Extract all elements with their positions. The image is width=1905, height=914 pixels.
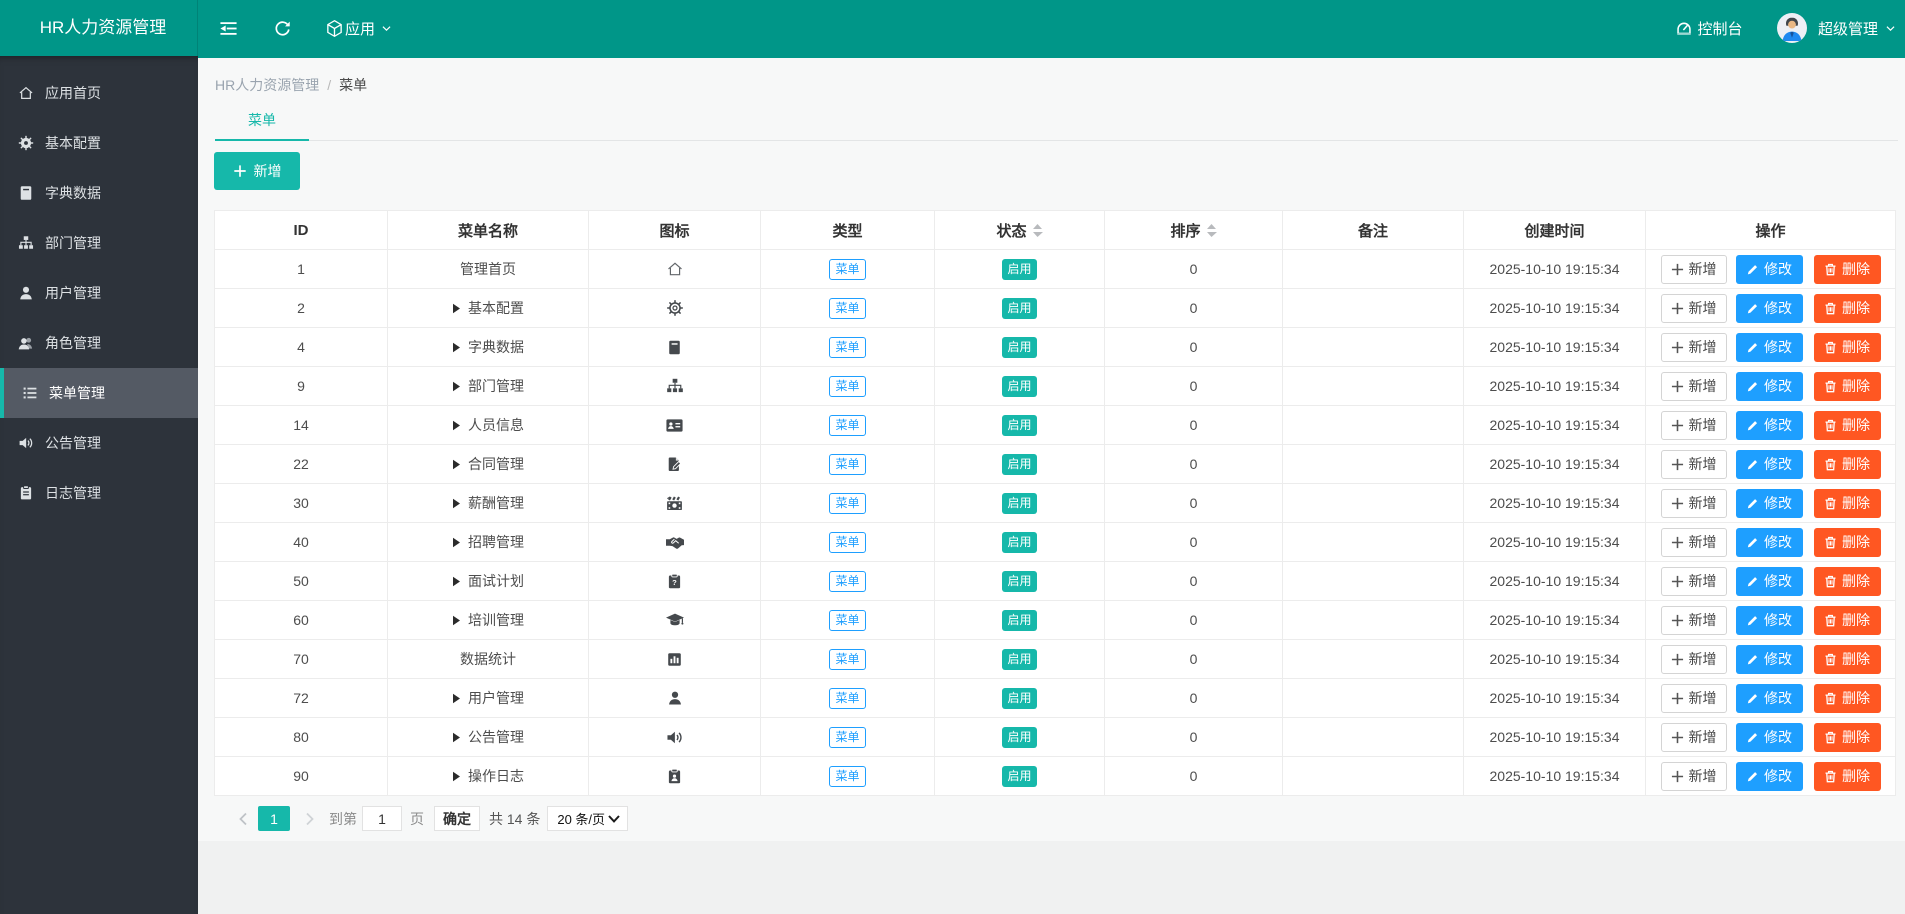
svg-text:?: ?: [672, 578, 677, 587]
